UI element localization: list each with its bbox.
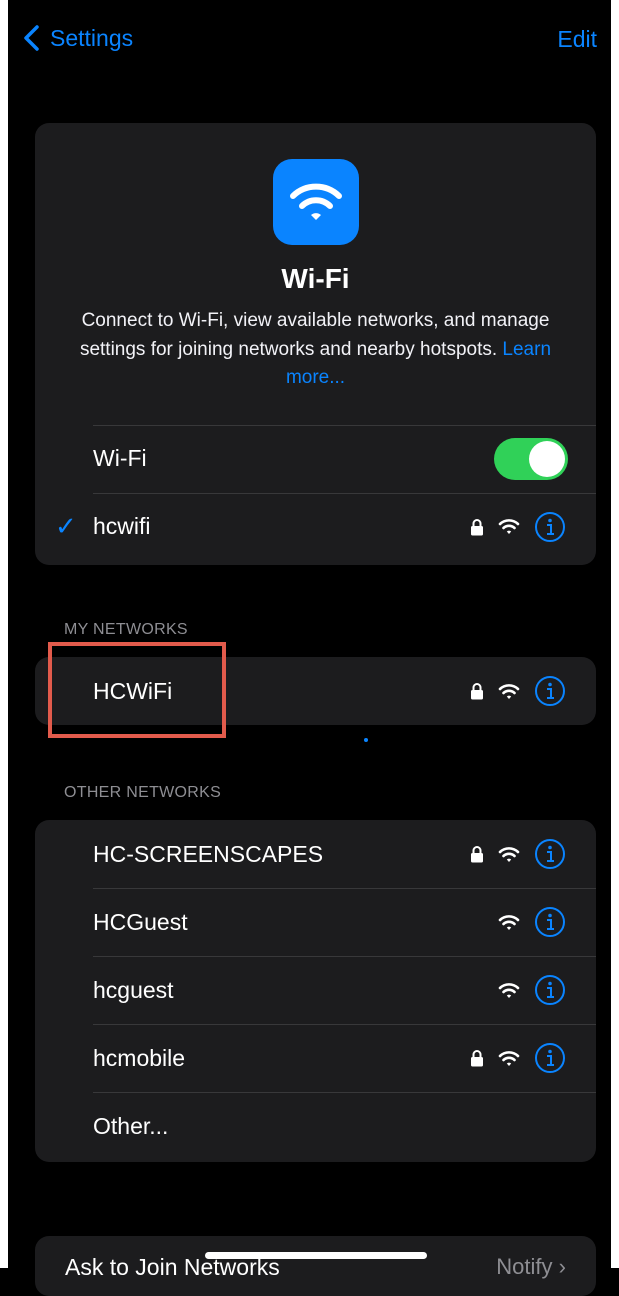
lock-icon (470, 682, 484, 700)
wifi-card: Wi-Fi Connect to Wi-Fi, view available n… (35, 123, 596, 565)
divider (93, 1092, 596, 1093)
info-icon[interactable] (534, 906, 566, 938)
network-name: HC-SCREENSCAPES (93, 840, 324, 867)
connected-network-row[interactable]: ✓ hcwifi (35, 492, 596, 561)
wifi-signal-icon (498, 914, 520, 931)
divider (93, 1024, 596, 1025)
divider (93, 424, 596, 426)
divider (93, 492, 596, 494)
info-icon[interactable] (534, 974, 566, 1006)
network-name: HCGuest (93, 908, 188, 935)
ask-to-join-content: Ask to Join Networks Notify › (35, 1236, 596, 1296)
back-button-label: Settings (50, 24, 134, 51)
page-title: Wi-Fi (281, 263, 350, 294)
highlight-box (48, 642, 226, 738)
wifi-signal-icon (498, 846, 520, 863)
lock-icon (470, 518, 484, 536)
wifi-toggle-label: Wi-Fi (93, 445, 147, 471)
network-row-hcguest[interactable]: HCGuest (35, 888, 596, 956)
ask-to-join-row[interactable]: Ask to Join Networks Notify › (35, 1236, 596, 1296)
wifi-toggle[interactable] (494, 437, 568, 480)
info-icon[interactable] (534, 511, 566, 543)
navigation-bar: Settings Edit (22, 24, 597, 58)
wifi-description-text: Connect to Wi-Fi, view available network… (79, 310, 550, 360)
wifi-icon (272, 159, 359, 245)
wifi-hero: Wi-Fi Connect to Wi-Fi, view available n… (35, 123, 596, 393)
info-icon[interactable] (534, 1042, 566, 1074)
network-row-hcguest-lower[interactable]: hcguest (35, 956, 596, 1024)
my-networks-header: MY NETWORKS (64, 621, 188, 638)
wifi-signal-icon (498, 683, 520, 700)
other-network-label: Other... (93, 1112, 169, 1139)
other-networks-header: OTHER NETWORKS (64, 784, 222, 801)
network-name: hcguest (93, 976, 174, 1003)
wifi-signal-icon (498, 518, 520, 535)
screen-edge-left (0, 0, 8, 1268)
other-network-row[interactable]: Other... (35, 1092, 596, 1160)
wifi-toggle-row: Wi-Fi (35, 424, 596, 493)
network-row-hcmobile[interactable]: hcmobile (35, 1024, 596, 1092)
network-name: hcmobile (93, 1044, 186, 1071)
ask-to-join-value: Notify › (496, 1254, 566, 1280)
ask-to-join-value-text: Notify (496, 1254, 553, 1279)
wifi-signal-icon (498, 1050, 520, 1067)
loading-dot (364, 738, 368, 742)
back-button[interactable]: Settings (22, 24, 133, 52)
home-indicator[interactable] (205, 1252, 427, 1259)
wifi-description: Connect to Wi-Fi, view available network… (71, 307, 560, 393)
info-icon[interactable] (534, 838, 566, 870)
wifi-signal-icon (498, 982, 520, 999)
chevron-left-icon (24, 25, 39, 51)
edit-button[interactable]: Edit (557, 26, 597, 53)
divider (93, 956, 596, 957)
divider (93, 888, 596, 889)
network-row-hc-screenscapes[interactable]: HC-SCREENSCAPES (35, 820, 596, 888)
lock-icon (470, 1049, 484, 1067)
checkmark-icon: ✓ (55, 511, 77, 541)
other-networks-list: HC-SCREENSCAPES HCGuest hcguest hcmobile (35, 820, 596, 1162)
chevron-right-icon: › (558, 1254, 566, 1279)
network-name: hcwifi (93, 513, 151, 539)
screen-edge-right (611, 0, 619, 1268)
info-icon[interactable] (534, 675, 566, 707)
lock-icon (470, 845, 484, 863)
toggle-knob (529, 440, 565, 477)
